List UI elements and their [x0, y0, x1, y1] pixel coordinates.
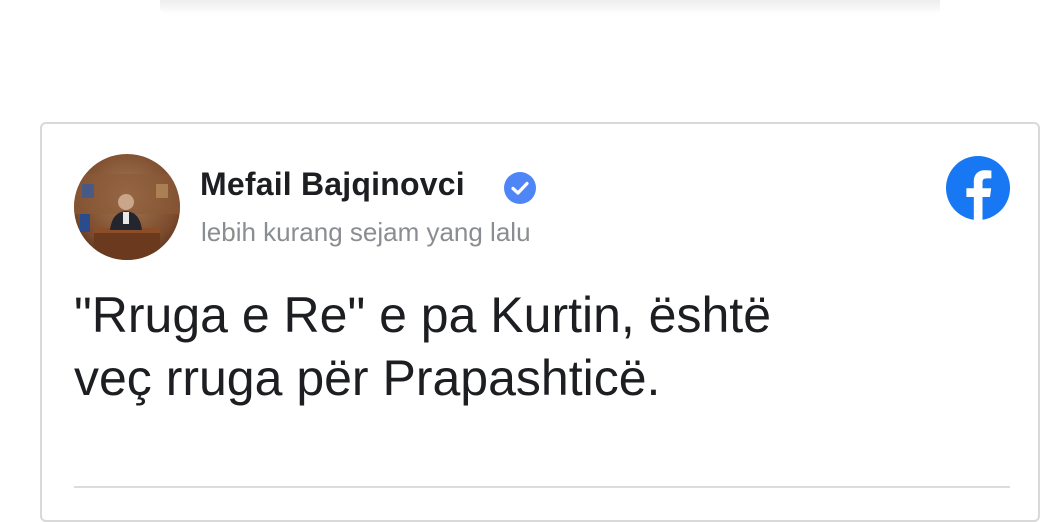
- divider: [74, 486, 1010, 488]
- post-text-line-2: veç rruga për Prapashticë.: [74, 350, 661, 406]
- post-timestamp[interactable]: lebih kurang sejam yang lalu: [201, 217, 531, 248]
- facebook-icon[interactable]: [946, 156, 1010, 220]
- post-text-line-1: "Rruga e Re" e pa Kurtin, është: [74, 287, 771, 343]
- verified-badge-icon: [503, 171, 537, 205]
- post-text: "Rruga e Re" e pa Kurtin, është veç rrug…: [74, 284, 974, 410]
- author-avatar[interactable]: [74, 154, 180, 260]
- author-name[interactable]: Mefail Bajqinovci: [200, 166, 465, 203]
- top-faded-content: [160, 0, 940, 14]
- facebook-post-card: Mefail Bajqinovci lebih kurang sejam yan…: [40, 122, 1040, 522]
